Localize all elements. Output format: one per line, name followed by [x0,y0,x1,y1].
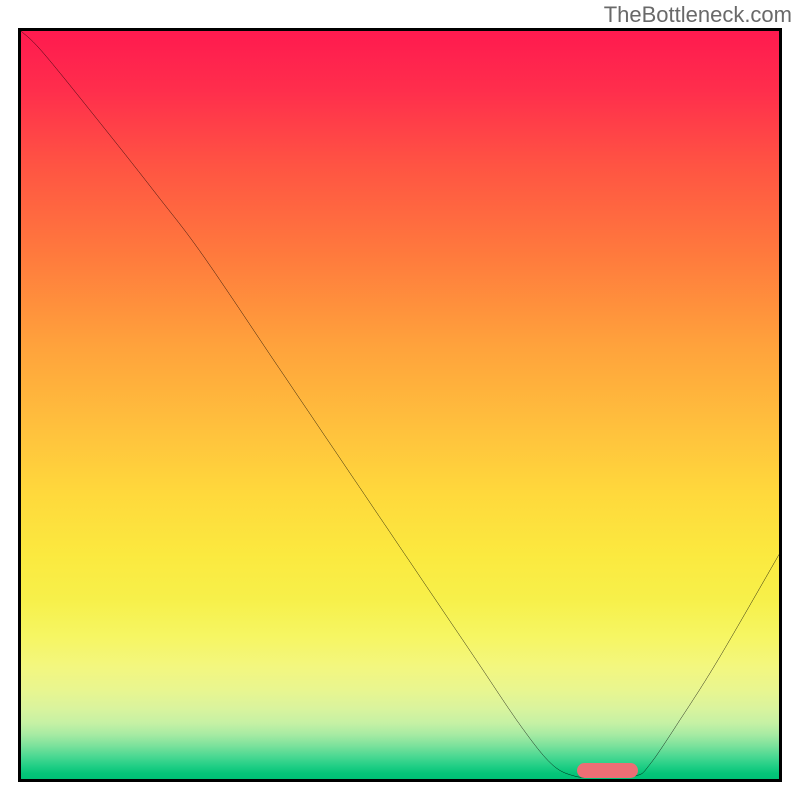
plot-area [18,28,782,782]
bottleneck-curve [21,31,779,779]
chart-frame: TheBottleneck.com [0,0,800,800]
attribution-text: TheBottleneck.com [604,2,792,28]
optimal-marker [577,763,638,778]
